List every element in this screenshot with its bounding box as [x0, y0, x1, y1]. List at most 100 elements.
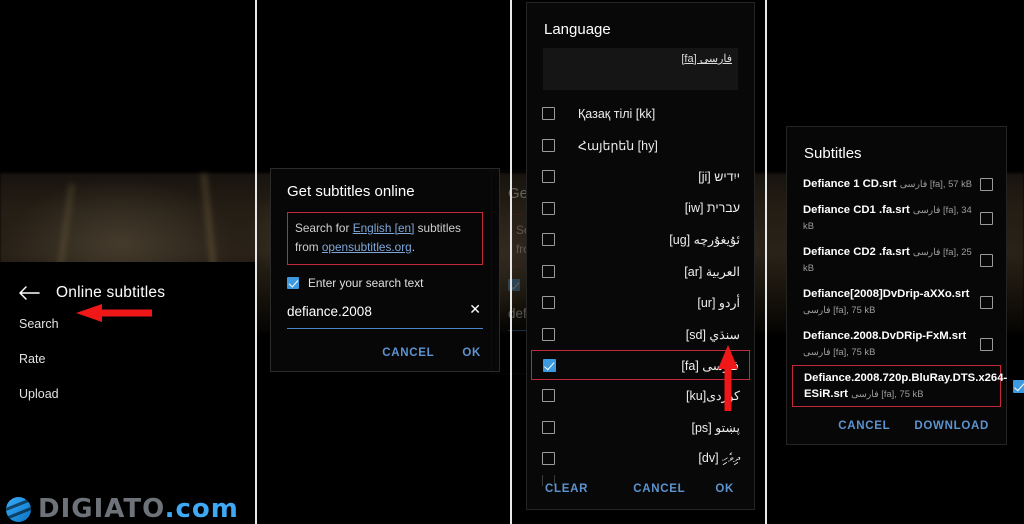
subtitles-dialog-actions: CANCEL DOWNLOAD: [787, 407, 1006, 434]
digiato-watermark: DIGIATO.com: [6, 494, 239, 524]
panel-get-subtitles-dialog: Get subtitles online Search for English …: [258, 0, 738, 524]
cancel-button[interactable]: CANCEL: [382, 347, 434, 359]
digiato-logo-icon: [6, 496, 31, 522]
language-checkbox[interactable]: [542, 452, 555, 466]
menu-item-rate[interactable]: Rate: [0, 352, 256, 366]
online-subtitles-menu: Online subtitles Search Rate Upload: [0, 262, 256, 524]
annotation-highlight-box: Search for English [en] subtitles from o…: [287, 212, 483, 266]
language-label: فارسی [fa]: [681, 358, 739, 373]
annotation-arrow-ok-icon: [717, 345, 739, 411]
subtitle-row[interactable]: Defiance CD2 .fa.srt فارسی [fa], 25 kB: [787, 239, 1006, 281]
language-list: Қазақ тілі [kk] Հայերեն [hy] ייִדיש [ji]…: [527, 90, 754, 486]
language-row[interactable]: العربية [ar]: [527, 256, 754, 288]
arrow-left-icon[interactable]: [18, 285, 40, 301]
language-row[interactable]: Հայերեն [hy]: [527, 130, 754, 162]
language-row[interactable]: ئۇيغۇرچە [ug]: [527, 224, 754, 256]
opensubtitles-link[interactable]: opensubtitles.org: [322, 240, 412, 254]
digiato-wordmark: DIGIATO.com: [38, 494, 239, 524]
panel-separator: [255, 0, 257, 524]
language-checkbox[interactable]: [542, 201, 555, 215]
subtitle-row[interactable]: Defiance CD1 .fa.srt فارسی [fa], 34 kB: [787, 197, 1006, 239]
panel-subtitles-dialog: Subtitles Defiance 1 CD.srt فارسی [fa], …: [768, 0, 1024, 524]
language-label: Қазақ тілі [kk]: [578, 106, 656, 121]
get-subtitles-dialog: Get subtitles online Search for English …: [270, 168, 500, 373]
subtitle-checkbox[interactable]: [980, 337, 993, 351]
language-checkbox[interactable]: [542, 264, 555, 278]
language-link[interactable]: English [en]: [353, 221, 415, 235]
language-row[interactable]: Қазақ тілі [kk]: [527, 98, 754, 130]
language-label: سنڌي [sd]: [685, 327, 740, 342]
enter-search-text-label: Enter your search text: [308, 276, 424, 291]
subtitle-meta: فارسی [fa], 57 kB: [899, 178, 973, 189]
download-button[interactable]: DOWNLOAD: [914, 420, 989, 432]
subtitle-label: Defiance[2008]DvDrip-aXXo.srt فارسی [fa]…: [803, 286, 974, 318]
language-label: ދިވެހި [dv]: [698, 451, 740, 466]
language-label: أردو [ur]: [697, 296, 740, 311]
enter-search-text-row[interactable]: Enter your search text: [287, 276, 483, 290]
subtitle-row[interactable]: Defiance[2008]DvDrip-aXXo.srt فارسی [fa]…: [787, 281, 1006, 323]
watermark-tld: .com: [164, 494, 239, 524]
subtitle-filename: Defiance 1 CD.srt: [803, 178, 897, 190]
language-row[interactable]: ייִדיש [ji]: [527, 161, 754, 193]
subtitle-label: Defiance 1 CD.srt فارسی [fa], 57 kB: [803, 176, 974, 192]
close-icon[interactable]: ✕: [469, 302, 481, 316]
dialog-title: Get subtitles online: [287, 183, 415, 200]
subtitle-label: Defiance CD1 .fa.srt فارسی [fa], 34 kB: [803, 202, 974, 234]
subtitle-checkbox[interactable]: [980, 295, 993, 309]
language-checkbox[interactable]: [542, 296, 555, 310]
ok-button[interactable]: OK: [462, 347, 481, 359]
clear-button[interactable]: CLEAR: [545, 483, 588, 495]
search-input-value: defiance.2008: [287, 304, 372, 320]
language-label: پښتو [ps]: [691, 420, 741, 435]
language-row[interactable]: ދިވެހި [dv]: [527, 443, 754, 475]
cancel-button[interactable]: CANCEL: [633, 483, 685, 495]
subtitle-checkbox[interactable]: [1013, 379, 1024, 393]
cancel-button[interactable]: CANCEL: [838, 420, 890, 432]
language-checkbox[interactable]: [542, 138, 555, 152]
language-dialog: Language فارسی [fa] Қазақ тілі [kk] Հայե…: [526, 2, 755, 510]
subtitle-label: Defiance.2008.DvDRip-FxM.srt فارسی [fa],…: [803, 328, 974, 360]
subtitle-checkbox[interactable]: [980, 253, 993, 267]
language-label: Հայերեն [hy]: [578, 138, 658, 153]
language-checkbox[interactable]: [542, 170, 555, 184]
language-label: العربية [ar]: [684, 264, 740, 279]
subtitle-filename: Defiance CD2 .fa.srt: [803, 246, 910, 259]
screenshot-root: Online subtitles Search Rate Upload DIGI…: [0, 0, 1024, 524]
language-checkbox[interactable]: [542, 420, 555, 434]
language-checkbox[interactable]: [542, 389, 555, 403]
watermark-name: DIGIATO: [38, 494, 165, 524]
subtitle-meta: فارسی [fa], 75 kB: [803, 304, 876, 316]
subtitles-dialog: Subtitles Defiance 1 CD.srt فارسی [fa], …: [786, 126, 1024, 446]
language-checkbox[interactable]: [542, 107, 555, 121]
dialog-description: Search for English [en] subtitles from o…: [295, 219, 475, 257]
panel1-header: Online subtitles: [0, 262, 256, 302]
desc-pre: Search for: [295, 221, 353, 235]
subtitle-row[interactable]: Defiance 1 CD.srt فارسی [fa], 57 kB: [787, 171, 1006, 197]
ok-button[interactable]: OK: [715, 483, 734, 495]
language-filter-value: فارسی [fa]: [681, 53, 732, 65]
language-checkbox[interactable]: [542, 327, 555, 341]
panel-online-subtitles: Online subtitles Search Rate Upload DIGI…: [0, 0, 256, 524]
language-row[interactable]: עברית [iw]: [527, 193, 754, 225]
panel-separator: [510, 0, 512, 524]
language-label: ייִדיש [ji]: [698, 169, 740, 184]
panel-separator: [765, 0, 767, 524]
subtitle-filename: Defiance CD1 .fa.srt: [803, 204, 910, 217]
subtitle-checkbox[interactable]: [980, 211, 993, 225]
language-row[interactable]: پښتو [ps]: [527, 412, 754, 444]
subtitle-meta: فارسی [fa], 75 kB: [803, 346, 876, 358]
language-checkbox[interactable]: [543, 358, 556, 372]
menu-item-upload[interactable]: Upload: [0, 387, 256, 401]
subtitle-checkbox[interactable]: [980, 177, 993, 191]
subtitle-row-selected[interactable]: Defiance.2008.720p.BluRay.DTS.x264-ESiR.…: [792, 365, 1024, 408]
subtitle-label: Defiance CD2 .fa.srt فارسی [fa], 25 kB: [803, 244, 974, 276]
enter-search-text-checkbox[interactable]: [287, 277, 299, 290]
dialog-actions: CANCEL OK: [287, 347, 483, 359]
subtitle-meta: فارسی [fa], 75 kB: [851, 388, 924, 400]
language-filter-input[interactable]: فارسی [fa]: [543, 48, 738, 90]
language-checkbox[interactable]: [542, 233, 555, 247]
language-row[interactable]: أردو [ur]: [527, 287, 754, 319]
search-input[interactable]: defiance.2008 ✕: [287, 302, 483, 330]
subtitle-row[interactable]: Defiance.2008.DvDRip-FxM.srt فارسی [fa],…: [787, 323, 1006, 365]
subtitle-label: Defiance.2008.720p.BluRay.DTS.x264-ESiR.…: [804, 370, 1007, 402]
